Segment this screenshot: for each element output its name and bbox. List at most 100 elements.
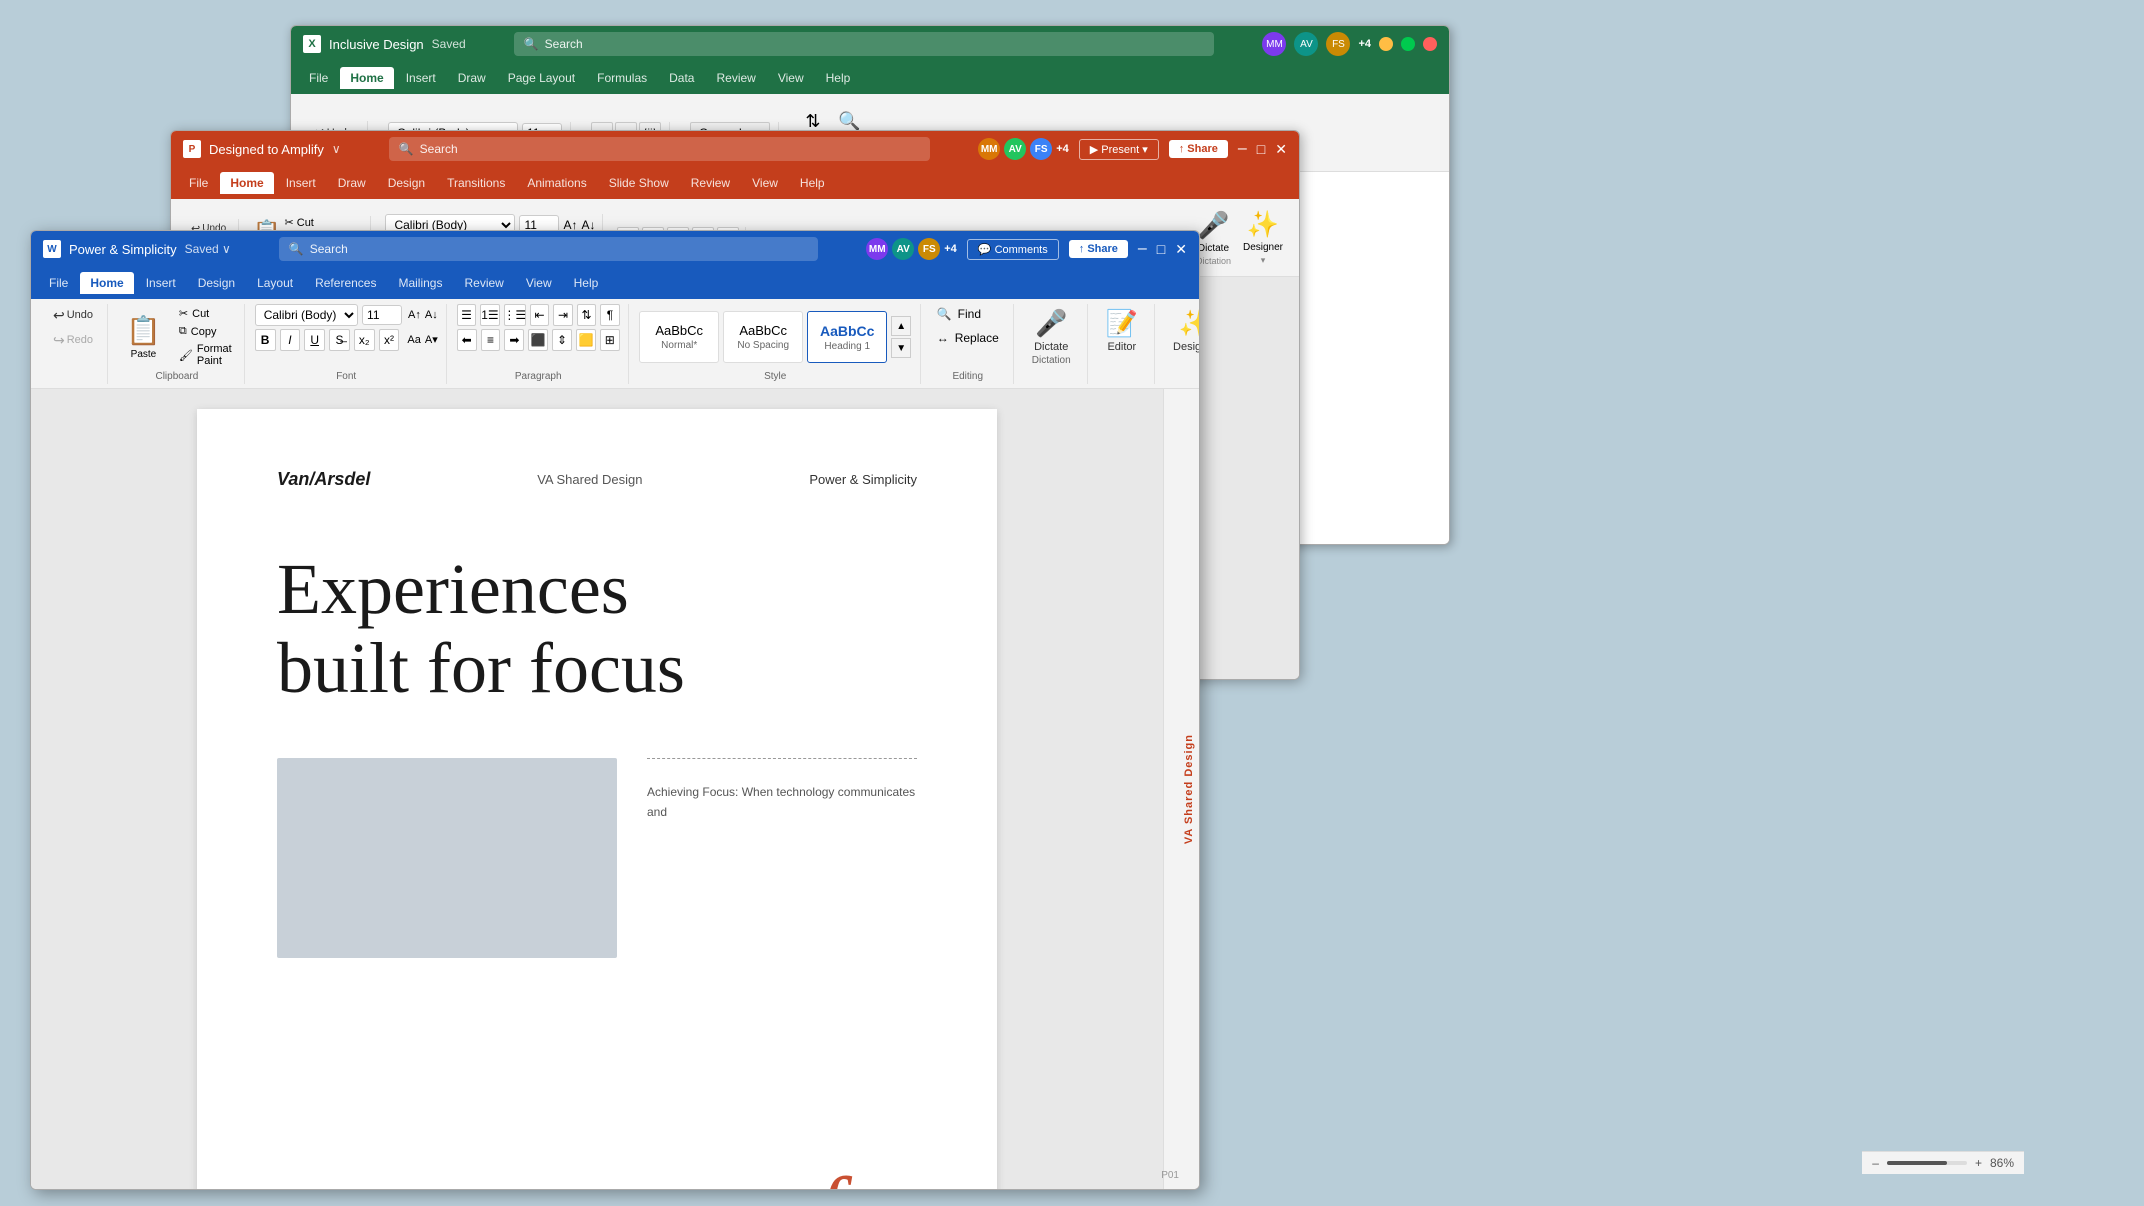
excel-tab-file[interactable]: File <box>299 67 338 89</box>
word-tab-help[interactable]: Help <box>564 272 609 294</box>
ppt-tab-file[interactable]: File <box>179 172 218 194</box>
ppt-tab-help[interactable]: Help <box>790 172 835 194</box>
ppt-cut-button[interactable]: ✂ Cut <box>285 216 365 229</box>
word-superscript-button[interactable]: x² <box>379 329 400 351</box>
ppt-maximize-button[interactable]: □ <box>1257 141 1265 157</box>
excel-tab-home[interactable]: Home <box>340 67 393 89</box>
word-underline-button[interactable]: U <box>304 329 325 351</box>
ppt-designer-caret[interactable]: ▾ <box>1261 255 1266 266</box>
word-font-select[interactable]: Calibri (Body) <box>255 304 358 326</box>
excel-tab-data[interactable]: Data <box>659 67 704 89</box>
word-search-bar[interactable]: 🔍 Search <box>279 237 818 261</box>
word-show-marks-button[interactable]: ¶ <box>600 304 620 326</box>
excel-tab-draw[interactable]: Draw <box>448 67 496 89</box>
word-paste-button[interactable]: 📋 Paste <box>118 310 169 364</box>
ppt-designer-button[interactable]: ✨ Designer ▾ <box>1243 209 1283 266</box>
word-tab-references[interactable]: References <box>305 272 386 294</box>
ppt-dictate-button[interactable]: 🎤 Dictate Dictation <box>1196 210 1231 266</box>
fy-logo-text: fy. <box>817 1160 900 1189</box>
ppt-tab-design[interactable]: Design <box>378 172 435 194</box>
word-italic-button[interactable]: I <box>280 329 301 351</box>
word-numbering-button[interactable]: 1☰ <box>480 304 500 326</box>
word-maximize-button[interactable]: □ <box>1157 241 1165 257</box>
word-copy-button[interactable]: ⧉ Copy <box>175 323 236 340</box>
word-redo-button[interactable]: ↪ Redo <box>47 329 99 352</box>
ppt-tab-view[interactable]: View <box>742 172 788 194</box>
word-cut-button[interactable]: ✂ Cut <box>175 305 236 322</box>
ppt-share-button[interactable]: ↑ Share <box>1169 140 1228 158</box>
word-tab-review[interactable]: Review <box>454 272 513 294</box>
ppt-app-icon: P <box>183 140 201 158</box>
zoom-in-icon[interactable]: + <box>1975 1156 1982 1170</box>
word-share-button[interactable]: ↑ Share <box>1069 240 1128 258</box>
word-clear-format-button[interactable]: Aa <box>407 334 420 346</box>
excel-search-bar[interactable]: 🔍 Search <box>514 32 1215 56</box>
word-line-spacing-button[interactable]: ⇕ <box>552 329 572 351</box>
ppt-tab-home[interactable]: Home <box>220 172 273 194</box>
excel-tab-insert[interactable]: Insert <box>396 67 446 89</box>
word-replace-button[interactable]: ↔ Replace <box>931 328 1005 348</box>
ppt-minimize-button[interactable]: – <box>1238 140 1247 158</box>
word-comments-button[interactable]: 💬 Comments <box>967 239 1059 260</box>
word-designer-button[interactable]: ✨ Designer <box>1165 304 1200 357</box>
ppt-search-bar[interactable]: 🔍 Search <box>389 137 930 161</box>
word-tab-insert[interactable]: Insert <box>136 272 186 294</box>
word-bullets-button[interactable]: ☰ <box>457 304 477 326</box>
word-font-color-button[interactable]: A▾ <box>425 333 438 346</box>
ppt-close-button[interactable]: ✕ <box>1275 141 1287 158</box>
word-bold-button[interactable]: B <box>255 329 276 351</box>
word-find-button[interactable]: 🔍 Find <box>931 304 1005 324</box>
word-indent-dec-button[interactable]: ⇤ <box>530 304 550 326</box>
excel-tab-help[interactable]: Help <box>816 67 861 89</box>
word-font-increase-button[interactable]: A↑ <box>408 309 421 321</box>
word-dictate-button[interactable]: 🎤 Dictate Dictation <box>1024 304 1079 370</box>
word-align-center-button[interactable]: ≡ <box>481 329 501 351</box>
word-format-paint-button[interactable]: 🖌 Format Paint <box>175 341 236 369</box>
style-normal-card[interactable]: AaBbCc Normal* <box>639 311 719 363</box>
style-h1-card[interactable]: AaBbCc Heading 1 <box>807 311 887 363</box>
style-scroll-down-button[interactable]: ▼ <box>891 338 911 358</box>
word-editor-button[interactable]: 📝 Editor <box>1098 304 1146 357</box>
word-minimize-button[interactable]: – <box>1138 240 1147 258</box>
word-close-button[interactable]: ✕ <box>1175 241 1187 258</box>
style-scroll-up-button[interactable]: ▲ <box>891 316 911 336</box>
word-align-right-button[interactable]: ➡ <box>504 329 524 351</box>
word-tab-design[interactable]: Design <box>188 272 245 294</box>
word-tab-layout[interactable]: Layout <box>247 272 303 294</box>
excel-tab-review[interactable]: Review <box>706 67 765 89</box>
excel-tab-view[interactable]: View <box>768 67 814 89</box>
ppt-tab-insert[interactable]: Insert <box>276 172 326 194</box>
word-tab-view[interactable]: View <box>516 272 562 294</box>
zoom-out-icon[interactable]: – <box>1872 1156 1879 1170</box>
word-tab-mailings[interactable]: Mailings <box>388 272 452 294</box>
excel-tab-pagelayout[interactable]: Page Layout <box>498 67 585 89</box>
word-sort-button[interactable]: ⇅ <box>577 304 597 326</box>
word-multilevel-button[interactable]: ⋮☰ <box>504 304 526 326</box>
word-justify-button[interactable]: ⬛ <box>528 329 548 351</box>
word-tab-home[interactable]: Home <box>80 272 133 294</box>
word-borders-button[interactable]: ⊞ <box>600 329 620 351</box>
word-shading-button[interactable]: 🟨 <box>576 329 596 351</box>
excel-close-button[interactable] <box>1423 37 1437 51</box>
style-nospace-card[interactable]: AaBbCc No Spacing <box>723 311 803 363</box>
word-undo-button[interactable]: ↩ Undo <box>47 304 99 327</box>
word-document-area[interactable]: Van/Arsdel VA Shared Design Power & Simp… <box>31 389 1163 1189</box>
word-tab-file[interactable]: File <box>39 272 78 294</box>
excel-tab-formulas[interactable]: Formulas <box>587 67 657 89</box>
word-sidebar: VA Shared Design P01 <box>1163 389 1199 1189</box>
word-indent-inc-button[interactable]: ⇥ <box>553 304 573 326</box>
ppt-tab-animations[interactable]: Animations <box>517 172 596 194</box>
ppt-tab-transitions[interactable]: Transitions <box>437 172 515 194</box>
word-align-left-button[interactable]: ⬅ <box>457 329 477 351</box>
excel-maximize-button[interactable] <box>1401 37 1415 51</box>
word-strikethrough-button[interactable]: S̶ <box>329 329 350 351</box>
ppt-tab-draw[interactable]: Draw <box>328 172 376 194</box>
ppt-tab-slideshow[interactable]: Slide Show <box>599 172 679 194</box>
word-font-decrease-button[interactable]: A↓ <box>425 309 438 321</box>
excel-minimize-button[interactable] <box>1379 37 1393 51</box>
word-font-size-input[interactable] <box>362 305 402 325</box>
word-dictate-label: Dictate <box>1034 341 1068 353</box>
ppt-tab-review[interactable]: Review <box>681 172 740 194</box>
ppt-present-button[interactable]: ▶ Present ▾ <box>1079 139 1159 160</box>
word-subscript-button[interactable]: x₂ <box>354 329 375 351</box>
